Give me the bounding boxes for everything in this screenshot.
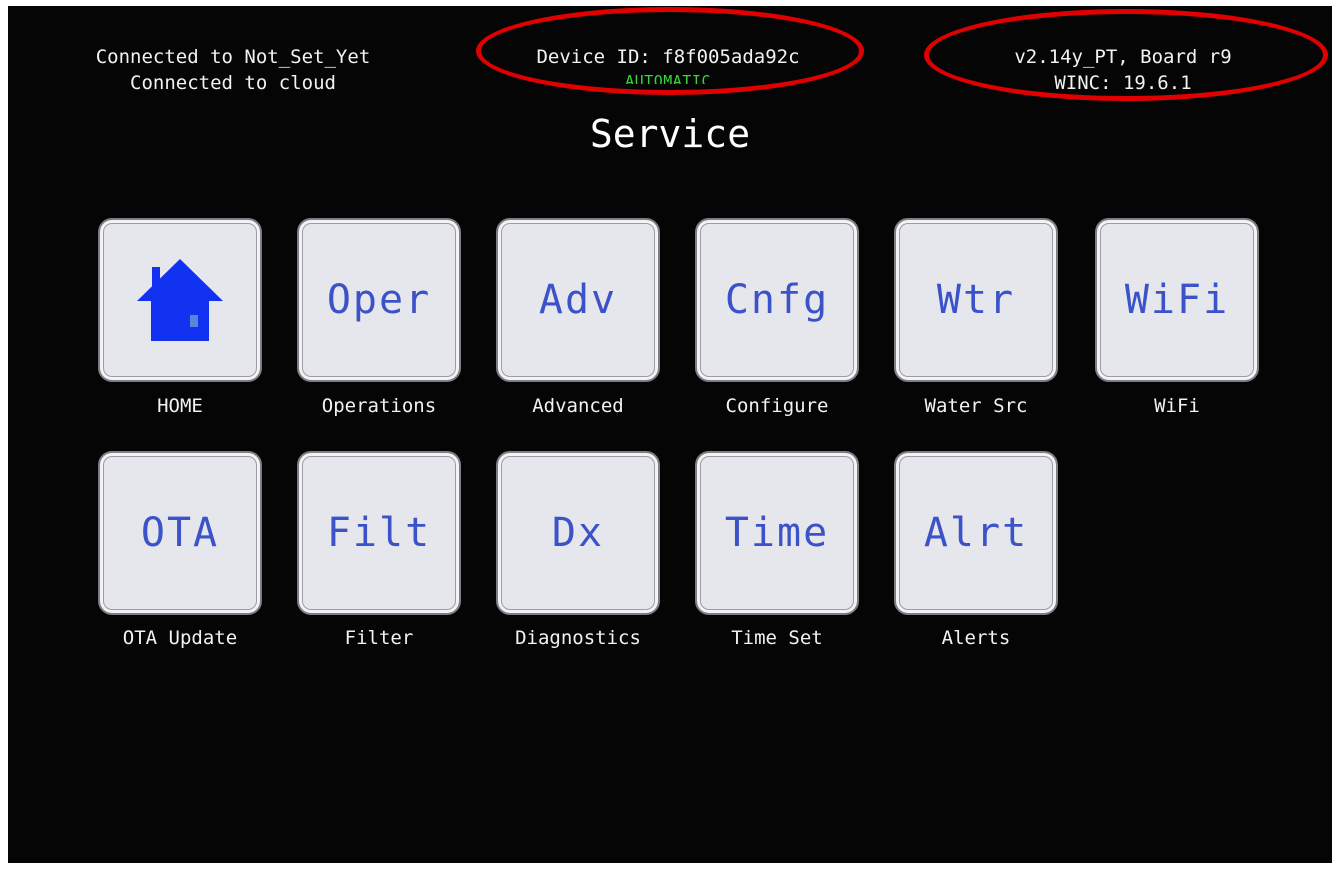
advanced-label: Advanced [532,395,624,417]
water-source-label: Water Src [924,395,1028,417]
house-icon [137,259,223,341]
device-id-highlight [476,7,864,95]
alerts-label: Alerts [941,627,1011,649]
wifi-button[interactable]: WiFi [1095,218,1259,382]
water-source-abbr: Wtr [936,277,1016,323]
filter-label: Filter [344,627,414,649]
water-source-button[interactable]: Wtr [894,218,1058,382]
device-screen: Connected to Not_Set_Yet Connected to cl… [8,6,1332,863]
diagnostics-label: Diagnostics [515,627,641,649]
operations-label: Operations [321,395,437,417]
diagnostics-button[interactable]: Dx [496,451,660,615]
configure-abbr: Cnfg [724,277,830,323]
operations-abbr: Oper [326,277,432,323]
filter-abbr: Filt [326,510,432,556]
configure-button[interactable]: Cnfg [695,218,859,382]
advanced-abbr: Adv [538,277,618,323]
home-button[interactable] [98,218,262,382]
alerts-button[interactable]: Alrt [894,451,1058,615]
diagnostics-abbr: Dx [551,510,605,556]
configure-label: Configure [725,395,829,417]
ota-update-button[interactable]: OTA [98,451,262,615]
page-title: Service [589,112,751,156]
wifi-abbr: WiFi [1124,277,1230,323]
filter-button[interactable]: Filt [297,451,461,615]
network-status: Connected to Not_Set_Yet [95,46,371,68]
operations-button[interactable]: Oper [297,218,461,382]
home-label: HOME [157,395,203,417]
ota-update-abbr: OTA [140,510,220,556]
time-set-abbr: Time [724,510,830,556]
time-set-label: Time Set [731,627,823,649]
time-set-button[interactable]: Time [695,451,859,615]
cloud-status: Connected to cloud [130,72,336,94]
firmware-highlight [924,9,1328,101]
connection-status: Connected to Not_Set_Yet Connected to cl… [68,44,398,96]
alerts-abbr: Alrt [923,510,1029,556]
wifi-label: WiFi [1154,395,1200,417]
advanced-button[interactable]: Adv [496,218,660,382]
ota-update-label: OTA Update [122,627,238,649]
